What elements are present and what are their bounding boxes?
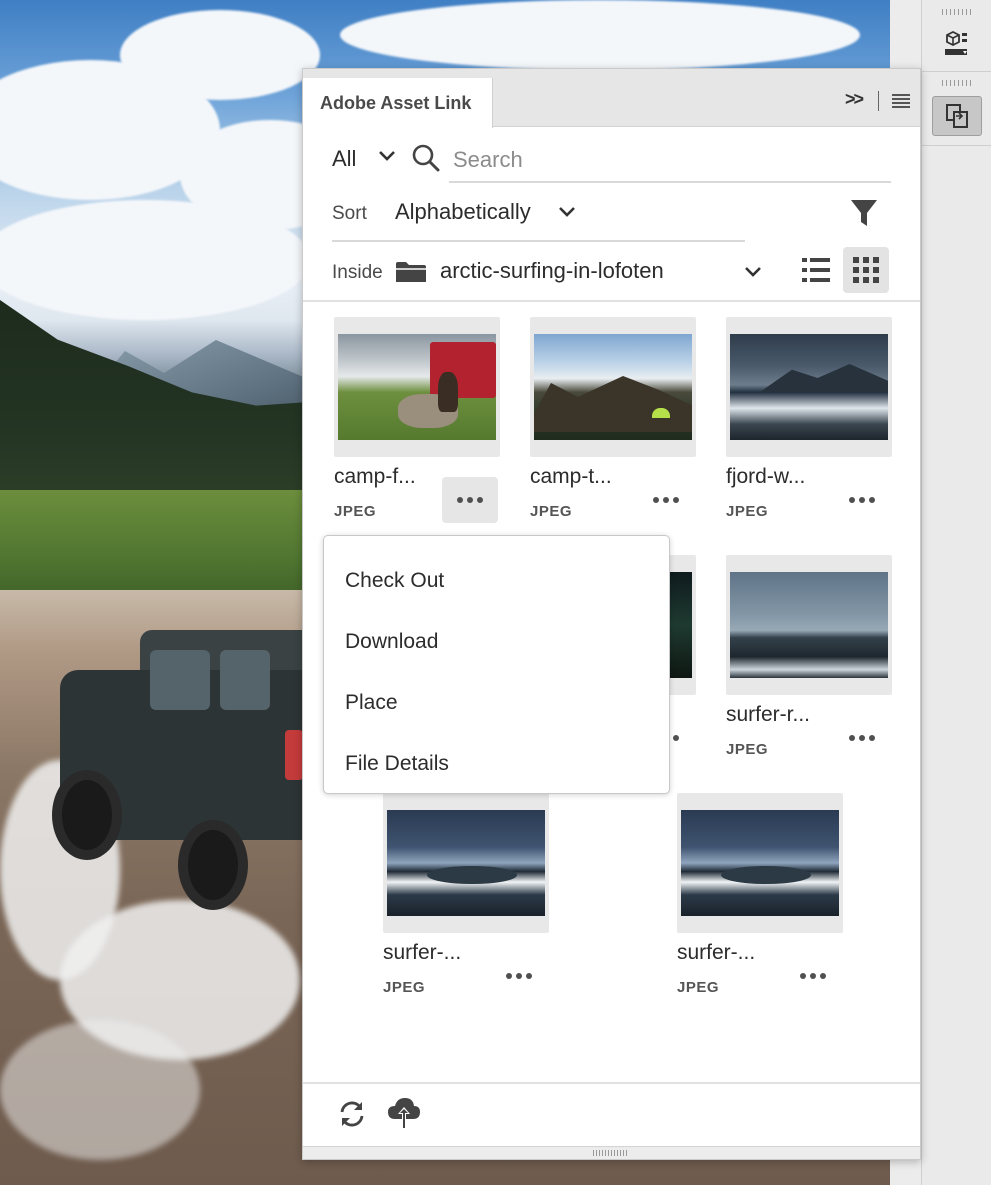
asset-type: JPEG bbox=[383, 979, 426, 996]
asset-more-button[interactable] bbox=[785, 953, 841, 999]
asset-more-button[interactable] bbox=[834, 477, 890, 523]
rail-grip-2[interactable] bbox=[942, 80, 972, 86]
resize-grip[interactable] bbox=[593, 1150, 627, 1156]
asset-name: camp-t... bbox=[530, 465, 612, 488]
collapse-panel-button[interactable]: >> bbox=[845, 89, 864, 110]
footer-divider bbox=[303, 1082, 920, 1084]
asset-thumbnail[interactable] bbox=[677, 793, 843, 933]
asset-thumbnail[interactable] bbox=[334, 317, 500, 457]
more-icon bbox=[457, 497, 483, 503]
asset-name: surfer-r... bbox=[726, 703, 811, 726]
tab-divider bbox=[878, 91, 879, 111]
vehicle-in-photo bbox=[50, 620, 310, 910]
panel-menu-icon[interactable] bbox=[892, 94, 910, 108]
inside-label: Inside bbox=[332, 262, 383, 283]
asset-name: camp-f... bbox=[334, 465, 416, 488]
asset-name: surfer-... bbox=[677, 941, 756, 964]
asset-type: JPEG bbox=[726, 503, 769, 520]
asset-type: JPEG bbox=[530, 503, 573, 520]
more-icon bbox=[800, 973, 826, 979]
folder-dropdown[interactable]: arctic-surfing-in-lofoten bbox=[440, 258, 664, 284]
list-view-icon bbox=[802, 258, 830, 282]
search-icon bbox=[412, 144, 440, 172]
more-icon bbox=[653, 497, 679, 503]
rail-grip[interactable] bbox=[942, 9, 972, 15]
asset-more-button[interactable] bbox=[638, 477, 694, 523]
folder-icon bbox=[396, 262, 426, 282]
asset-card[interactable]: surfer-... JPEG bbox=[677, 793, 843, 998]
asset-card[interactable]: camp-t... JPEG bbox=[530, 317, 696, 522]
asset-thumbnail[interactable] bbox=[726, 555, 892, 695]
asset-link-icon[interactable] bbox=[932, 96, 982, 136]
chevron-down-icon[interactable] bbox=[377, 149, 397, 163]
panel-tab-bar: Adobe Asset Link >> bbox=[303, 69, 920, 128]
asset-more-button[interactable] bbox=[442, 477, 498, 523]
chevron-down-icon[interactable] bbox=[743, 265, 763, 279]
asset-thumbnail[interactable] bbox=[383, 793, 549, 933]
grid-view-icon bbox=[853, 257, 879, 283]
menu-item-check-out[interactable]: Check Out bbox=[324, 550, 669, 611]
chevron-down-icon[interactable] bbox=[557, 205, 577, 219]
search-input[interactable] bbox=[449, 139, 891, 183]
3d-cube-icon[interactable] bbox=[932, 24, 982, 64]
menu-item-place[interactable]: Place bbox=[324, 672, 669, 733]
panel-tab-asset-link[interactable]: Adobe Asset Link bbox=[303, 78, 493, 128]
sort-label: Sort bbox=[332, 203, 367, 224]
asset-more-button[interactable] bbox=[834, 715, 890, 761]
menu-item-file-details[interactable]: File Details bbox=[324, 733, 669, 794]
asset-type: JPEG bbox=[726, 741, 769, 758]
menu-item-download[interactable]: Download bbox=[324, 611, 669, 672]
panel-resize-bar[interactable] bbox=[303, 1146, 920, 1159]
list-view-button[interactable] bbox=[799, 253, 833, 287]
asset-name: fjord-w... bbox=[726, 465, 806, 488]
grid-view-button[interactable] bbox=[843, 247, 889, 293]
asset-card[interactable]: fjord-w... JPEG bbox=[726, 317, 892, 522]
asset-card[interactable]: surfer-r... JPEG bbox=[726, 555, 892, 760]
sort-underline bbox=[332, 240, 745, 242]
filter-icon[interactable] bbox=[849, 197, 879, 229]
tool-rail bbox=[921, 0, 991, 1185]
search-scope-dropdown[interactable]: All bbox=[332, 146, 356, 172]
more-icon bbox=[506, 973, 532, 979]
sort-dropdown[interactable]: Alphabetically bbox=[395, 199, 531, 225]
asset-type: JPEG bbox=[334, 503, 377, 520]
asset-name: surfer-... bbox=[383, 941, 462, 964]
asset-type: JPEG bbox=[677, 979, 720, 996]
asset-thumbnail[interactable] bbox=[726, 317, 892, 457]
asset-more-button[interactable] bbox=[491, 953, 547, 999]
asset-card[interactable]: surfer-... JPEG bbox=[383, 793, 549, 998]
asset-card[interactable]: camp-f... JPEG bbox=[334, 317, 500, 523]
refresh-icon[interactable] bbox=[337, 1099, 367, 1129]
asset-context-menu: Check Out Download Place File Details bbox=[323, 535, 670, 794]
header-divider bbox=[303, 300, 920, 302]
more-icon bbox=[849, 735, 875, 741]
cloud-upload-icon[interactable] bbox=[386, 1095, 422, 1131]
more-icon bbox=[849, 497, 875, 503]
asset-thumbnail[interactable] bbox=[530, 317, 696, 457]
